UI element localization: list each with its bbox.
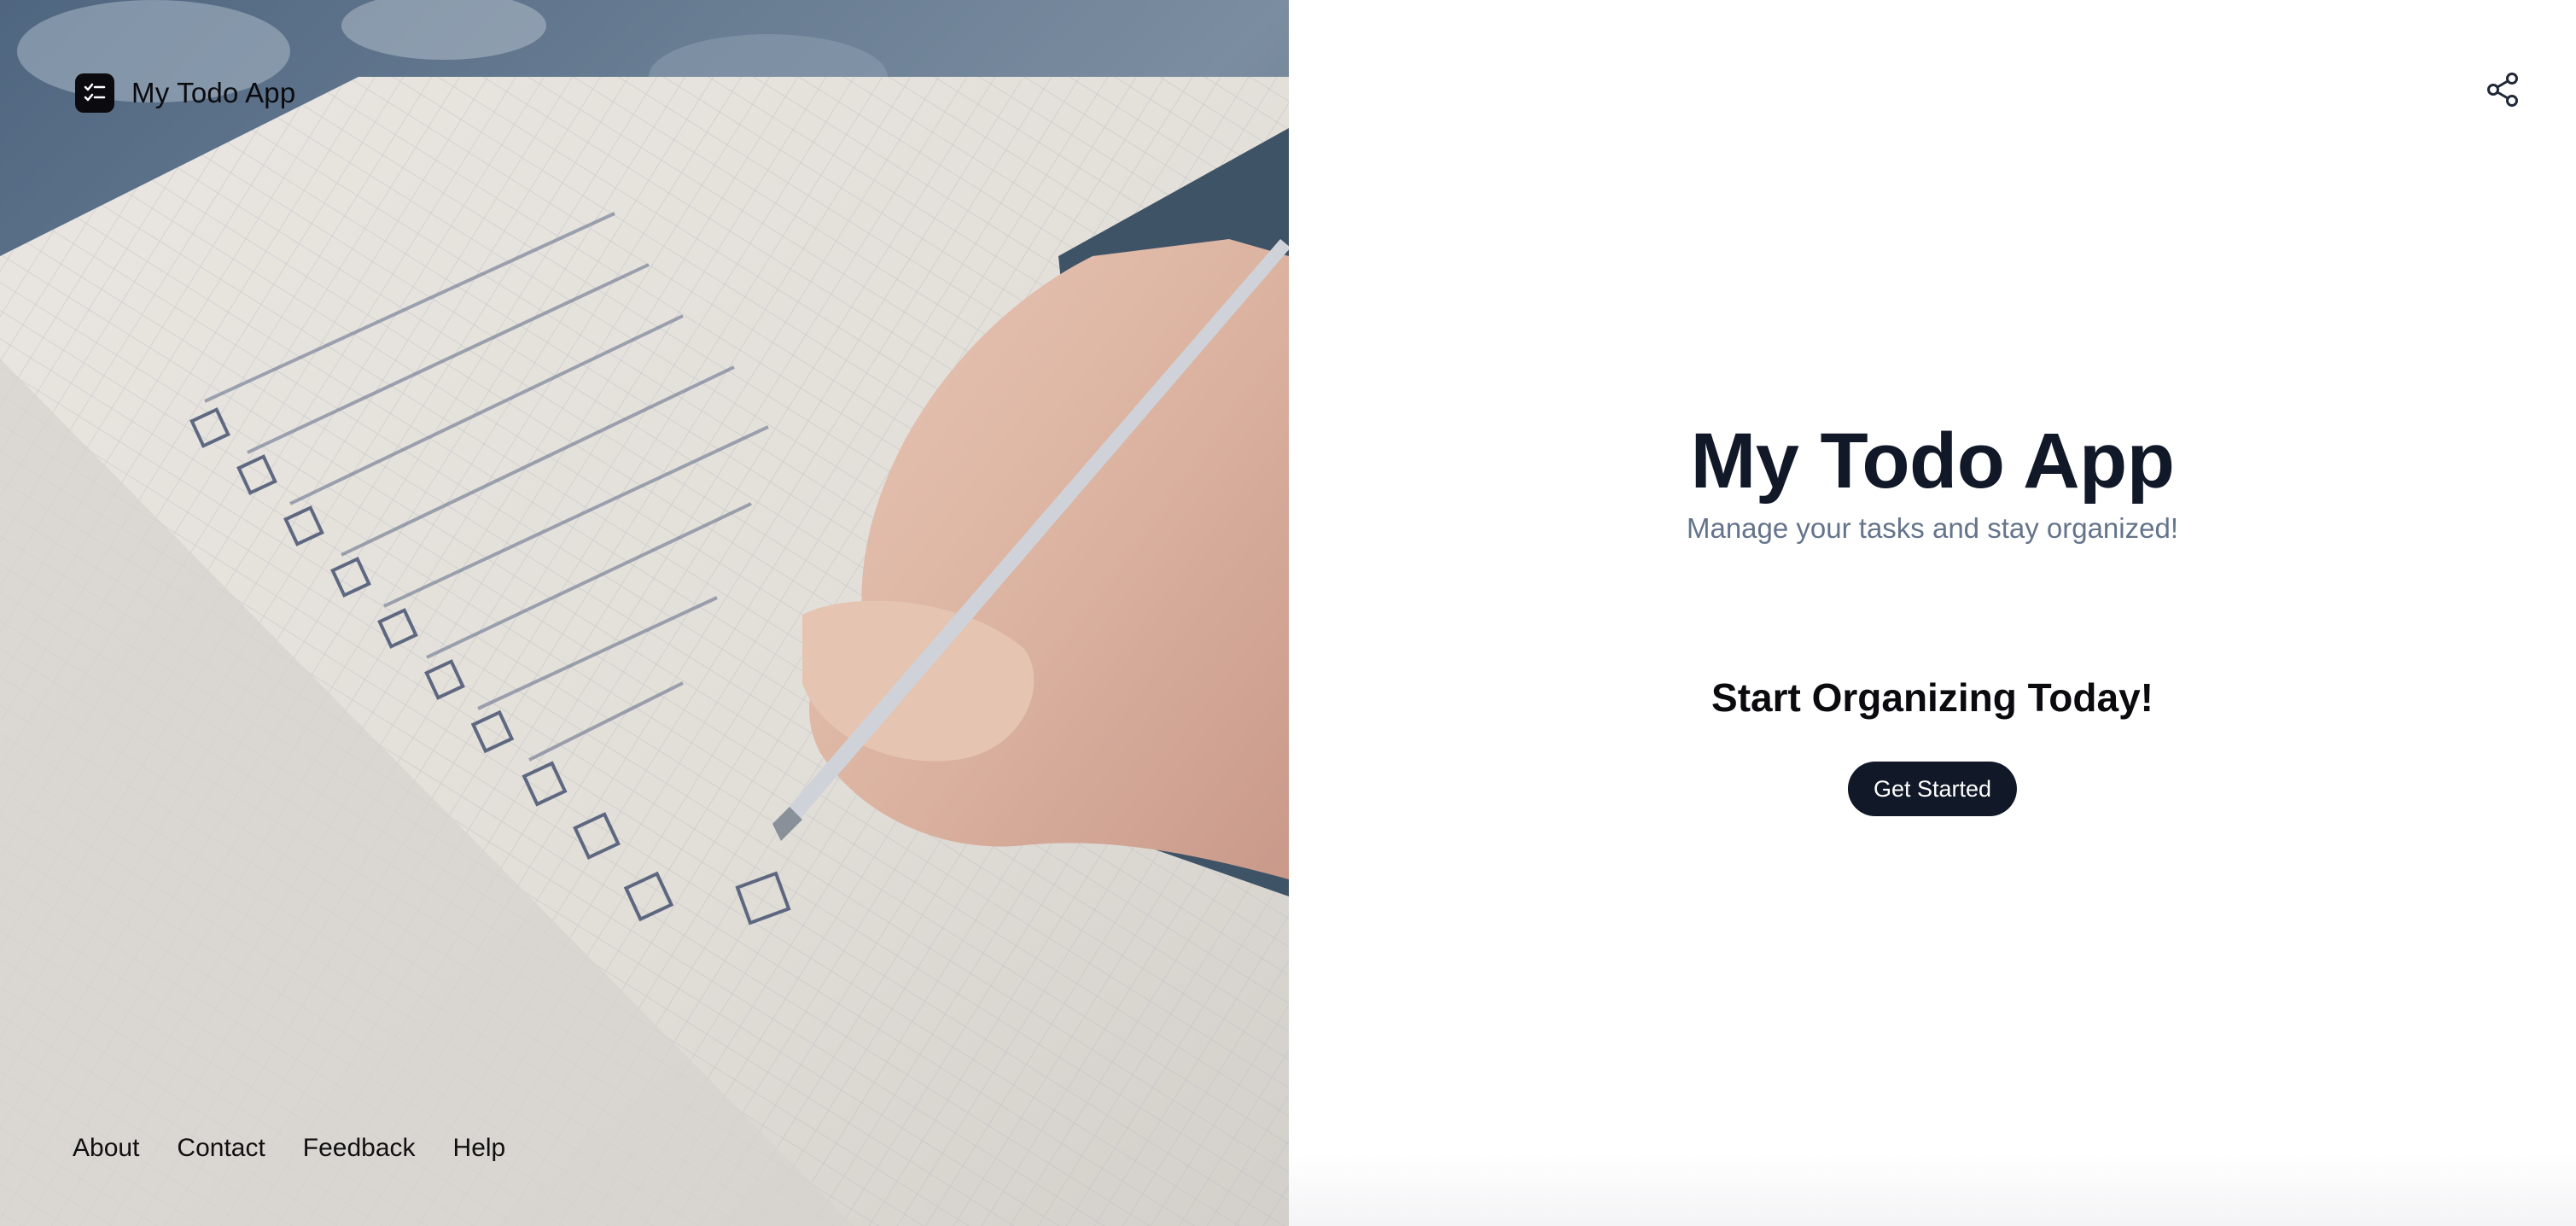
checklist-icon xyxy=(75,73,114,113)
footer-link-contact[interactable]: Contact xyxy=(177,1134,265,1163)
landing-page: My Todo App About Contact Feedback Help … xyxy=(0,0,2576,1226)
page-title: My Todo App xyxy=(1690,417,2175,505)
cta-heading: Start Organizing Today! xyxy=(1711,675,2153,720)
footer-nav: About Contact Feedback Help xyxy=(73,1134,505,1163)
hero-image-panel: My Todo App About Contact Feedback Help xyxy=(0,0,1289,1226)
footer-link-about[interactable]: About xyxy=(73,1134,139,1163)
brand[interactable]: My Todo App xyxy=(75,73,295,113)
footer-link-feedback[interactable]: Feedback xyxy=(303,1134,416,1163)
share-button[interactable] xyxy=(2480,67,2526,113)
get-started-button[interactable]: Get Started xyxy=(1847,762,2018,816)
page-subtitle: Manage your tasks and stay organized! xyxy=(1686,512,2178,544)
content-panel: My Todo App Manage your tasks and stay o… xyxy=(1289,0,2576,1226)
footer-link-help[interactable]: Help xyxy=(453,1134,506,1163)
share-icon xyxy=(2487,73,2518,107)
brand-name: My Todo App xyxy=(131,77,296,108)
notebook-photo xyxy=(0,0,1289,1226)
